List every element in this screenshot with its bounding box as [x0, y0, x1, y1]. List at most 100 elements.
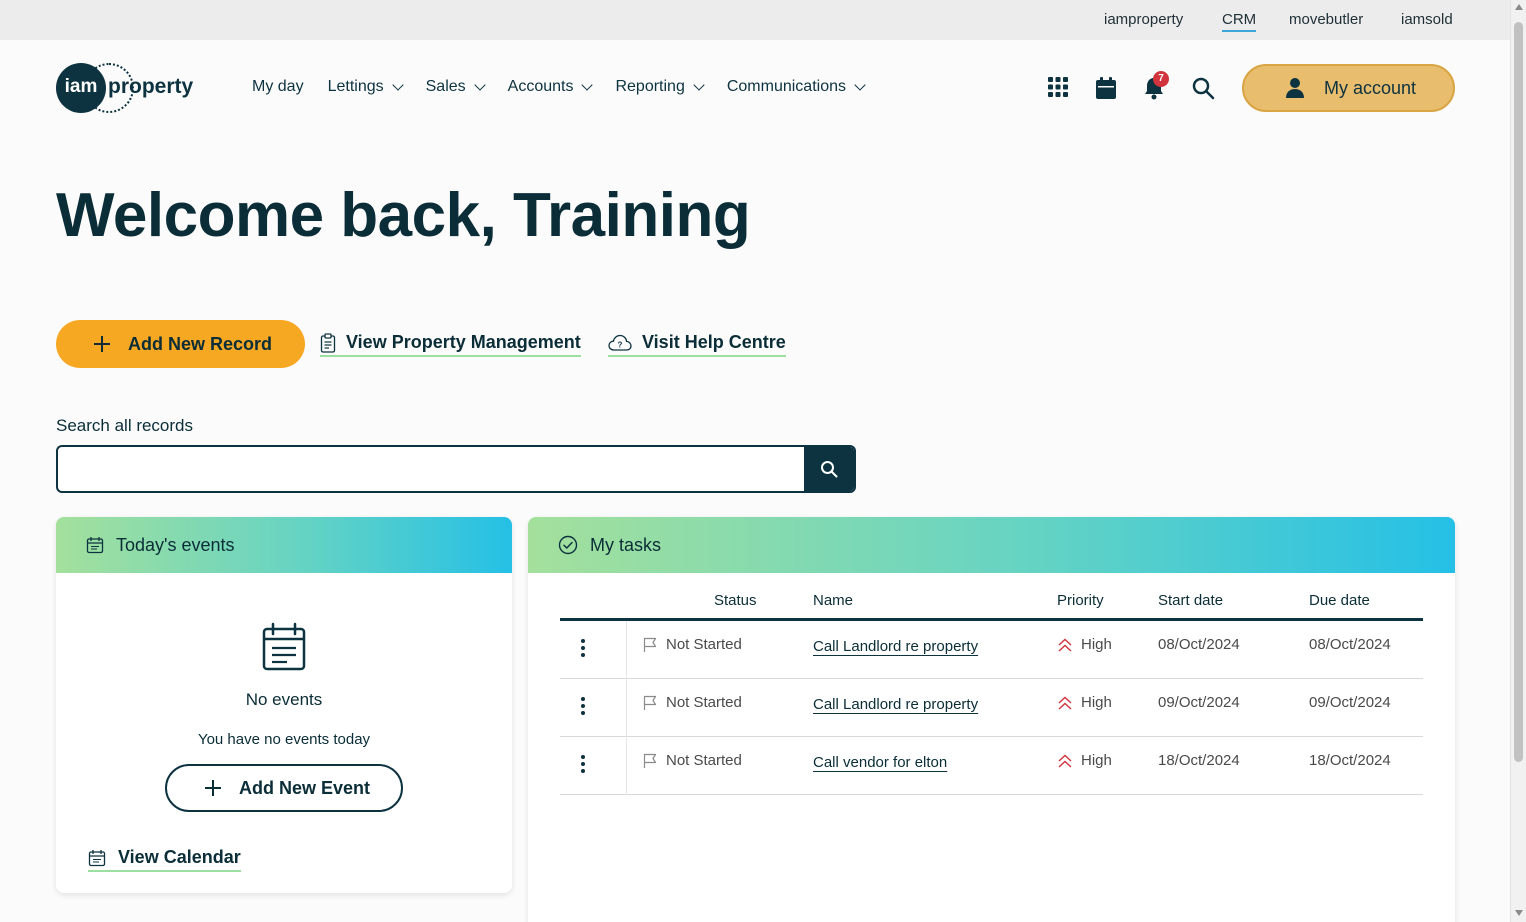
nav-item-label: Lettings	[327, 78, 384, 95]
task-priority-label: High	[1081, 636, 1112, 653]
scroll-up-arrow-icon[interactable]	[1515, 4, 1523, 10]
calendar-empty-icon	[262, 622, 306, 671]
task-status-label: Not Started	[666, 694, 742, 711]
site-link-iamproperty[interactable]: iamproperty	[1104, 11, 1183, 28]
site-link-crm[interactable]: CRM	[1222, 11, 1257, 32]
nav-item-label: My day	[252, 78, 304, 95]
my-tasks-header: My tasks	[528, 517, 1455, 573]
nav-item-communications[interactable]: Communications	[727, 78, 866, 96]
kebab-menu-icon[interactable]	[580, 697, 586, 719]
scrollbar-thumb[interactable]	[1514, 22, 1523, 762]
add-new-record-button[interactable]: Add New Record	[56, 320, 305, 368]
table-row: Not Started Call vendor for elton High 1…	[560, 737, 1423, 795]
site-switcher-bar: iamproperty CRM movebutler iamsold	[0, 0, 1510, 40]
task-name-link[interactable]: Call vendor for elton	[813, 754, 947, 771]
column-header-start-date[interactable]: Start date	[1158, 592, 1223, 609]
kebab-menu-icon[interactable]	[580, 639, 586, 661]
row-divider	[626, 679, 627, 737]
row-divider	[626, 737, 627, 795]
view-property-management-link[interactable]: View Property Management	[320, 332, 581, 357]
chevron-down-icon	[693, 78, 705, 91]
site-link-iamsold[interactable]: iamsold	[1401, 11, 1453, 28]
search-submit-button[interactable]	[804, 447, 854, 491]
chevron-down-icon	[391, 78, 404, 91]
main-nav: My day Lettings Sales Accounts Reporting…	[252, 78, 888, 96]
kebab-menu-icon[interactable]	[580, 755, 586, 777]
tasks-table-header: Status Name Priority Start date Due date	[560, 589, 1423, 621]
task-priority: High	[1057, 752, 1112, 769]
search-icon	[821, 461, 838, 478]
todays-events-title: Today's events	[116, 534, 235, 555]
vertical-scrollbar[interactable]	[1510, 0, 1526, 922]
nav-item-reporting[interactable]: Reporting	[615, 78, 705, 96]
nav-item-my-day[interactable]: My day	[252, 78, 304, 96]
svg-text:?: ?	[618, 340, 623, 349]
no-events-heading: No events	[245, 690, 323, 709]
chevron-down-icon	[581, 78, 594, 91]
task-status-label: Not Started	[666, 752, 742, 769]
iamproperty-logo[interactable]: iam property	[56, 63, 201, 113]
nav-item-accounts[interactable]: Accounts	[507, 78, 594, 96]
column-header-status[interactable]: Status	[714, 592, 757, 609]
visit-help-centre-link[interactable]: ? Visit Help Centre	[608, 332, 786, 357]
table-row: Not Started Call Landlord re property Hi…	[560, 679, 1423, 737]
task-start-date: 08/Oct/2024	[1158, 636, 1240, 653]
check-circle-icon	[558, 535, 578, 555]
task-due-date: 08/Oct/2024	[1309, 636, 1391, 653]
apps-grid-icon[interactable]	[1047, 76, 1071, 100]
table-row: Not Started Call Landlord re property Hi…	[560, 621, 1423, 679]
view-calendar-link[interactable]: View Calendar	[88, 847, 241, 872]
double-chevron-up-icon	[1058, 754, 1072, 768]
task-name-link[interactable]: Call Landlord re property	[813, 696, 978, 713]
chevron-down-icon	[473, 78, 486, 91]
logo-wordmark: property	[108, 75, 194, 98]
calendar-icon[interactable]	[1095, 76, 1119, 100]
task-due-date: 18/Oct/2024	[1309, 752, 1391, 769]
task-priority-label: High	[1081, 752, 1112, 769]
nav-item-sales[interactable]: Sales	[425, 78, 486, 96]
search-icon[interactable]	[1191, 76, 1215, 100]
flag-icon	[643, 695, 657, 710]
task-start-date: 18/Oct/2024	[1158, 752, 1240, 769]
chevron-down-icon	[854, 78, 866, 91]
plus-icon	[205, 780, 221, 796]
row-divider	[626, 621, 627, 679]
add-new-record-label: Add New Record	[128, 333, 273, 354]
nav-item-lettings[interactable]: Lettings	[327, 78, 404, 96]
view-calendar-label: View Calendar	[118, 847, 241, 867]
my-account-button[interactable]: My account	[1242, 64, 1455, 112]
search-box	[56, 445, 856, 493]
my-account-label: My account	[1324, 77, 1417, 98]
search-all-records-input[interactable]	[58, 447, 806, 491]
page-title: Welcome back, Training	[56, 181, 751, 250]
task-status: Not Started	[642, 752, 742, 769]
nav-item-label: Sales	[425, 78, 466, 95]
task-name-link[interactable]: Call Landlord re property	[813, 638, 978, 655]
add-new-event-button[interactable]: Add New Event	[165, 764, 403, 812]
logo-mark: iam	[56, 63, 106, 113]
plus-icon	[94, 336, 110, 352]
flag-icon	[643, 753, 657, 768]
nav-item-label: Accounts	[507, 78, 574, 95]
task-start-date: 09/Oct/2024	[1158, 694, 1240, 711]
double-chevron-up-icon	[1058, 696, 1072, 710]
task-due-date: 09/Oct/2024	[1309, 694, 1391, 711]
column-header-name[interactable]: Name	[813, 592, 853, 609]
column-header-due-date[interactable]: Due date	[1309, 592, 1370, 609]
search-label: Search all records	[56, 416, 194, 435]
column-header-priority[interactable]: Priority	[1057, 592, 1104, 609]
clipboard-icon	[320, 332, 336, 353]
add-new-event-label: Add New Event	[239, 777, 371, 798]
nav-item-label: Reporting	[615, 78, 685, 95]
flag-icon	[643, 637, 657, 652]
scroll-down-arrow-icon[interactable]	[1515, 910, 1523, 916]
no-events-text: You have no events today	[197, 731, 371, 748]
task-status: Not Started	[642, 694, 742, 711]
calendar-icon	[86, 537, 104, 554]
task-priority: High	[1057, 636, 1112, 653]
task-status-label: Not Started	[666, 636, 742, 653]
todays-events-card: Today's events No events You have no eve…	[56, 517, 512, 893]
double-chevron-up-icon	[1058, 638, 1072, 652]
my-tasks-title: My tasks	[590, 534, 662, 555]
site-link-movebutler[interactable]: movebutler	[1289, 11, 1363, 28]
